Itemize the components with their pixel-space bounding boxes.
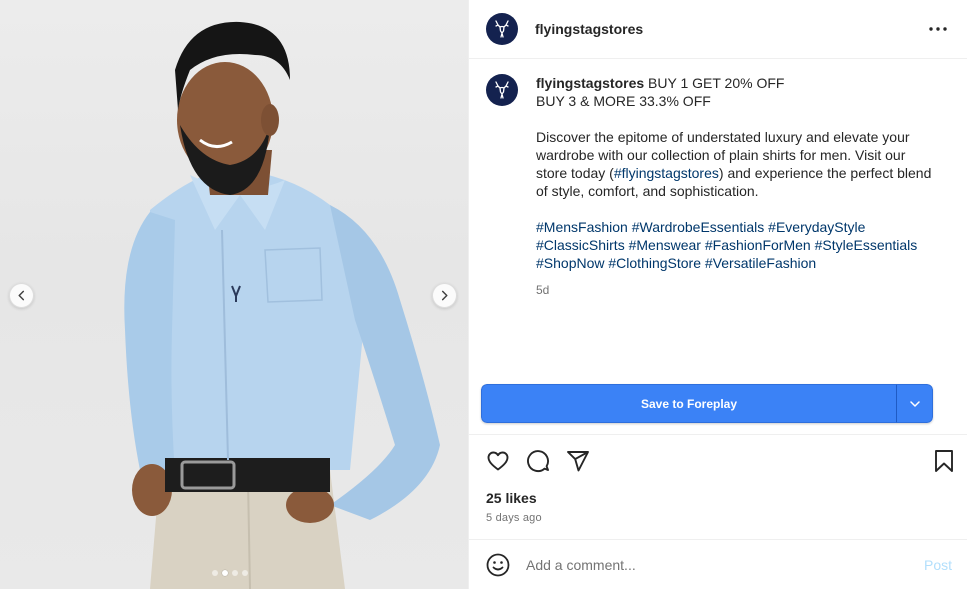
carousel-next-button[interactable] bbox=[432, 283, 457, 308]
caption-line-2: BUY 3 & MORE 33.3% OFF bbox=[536, 93, 711, 109]
chevron-left-icon bbox=[18, 290, 25, 301]
carousel-dot bbox=[232, 570, 238, 576]
chevron-right-icon bbox=[441, 290, 448, 301]
paper-plane-icon bbox=[567, 451, 589, 472]
post-details-panel: flyingstagstores flyingstagstores BUY 1 … bbox=[468, 0, 967, 589]
save-options-dropdown[interactable] bbox=[896, 384, 933, 423]
hashtag-link[interactable]: #ShopNow bbox=[536, 255, 605, 271]
comment-input[interactable] bbox=[526, 556, 906, 573]
hashtag-link[interactable]: #MensFashion bbox=[536, 219, 628, 235]
more-horizontal-icon bbox=[929, 27, 947, 31]
stag-logo-icon bbox=[495, 81, 509, 99]
likes-count[interactable]: 25 likes bbox=[486, 490, 537, 506]
hashtag-link[interactable]: #ClothingStore bbox=[608, 255, 701, 271]
comment-composer: Post bbox=[469, 540, 967, 589]
hashtag-link[interactable]: #Menswear bbox=[629, 237, 701, 253]
hashtag-link[interactable]: #StyleEssentials bbox=[815, 237, 918, 253]
comment-button[interactable] bbox=[525, 448, 551, 474]
caption-line-1: BUY 1 GET 20% OFF bbox=[648, 75, 785, 91]
hashtag-list: #MensFashion #WardrobeEssentials #Everyd… bbox=[536, 218, 936, 272]
carousel-dot bbox=[212, 570, 218, 576]
like-button[interactable] bbox=[485, 448, 511, 474]
caption-section: flyingstagstores BUY 1 GET 20% OFF BUY 3… bbox=[469, 59, 967, 379]
post-media-carousel[interactable] bbox=[0, 0, 468, 589]
post-timestamp: 5 days ago bbox=[486, 512, 542, 524]
chevron-down-icon bbox=[909, 400, 920, 407]
hashtag-link[interactable]: #flyingstagstores bbox=[614, 165, 719, 181]
emoji-button[interactable] bbox=[486, 553, 510, 577]
carousel-prev-button[interactable] bbox=[9, 283, 34, 308]
bookmark-button[interactable] bbox=[931, 448, 957, 474]
caption-timestamp: 5d bbox=[536, 283, 550, 297]
carousel-indicator bbox=[212, 570, 248, 576]
caption-text: flyingstagstores BUY 1 GET 20% OFF BUY 3… bbox=[536, 74, 936, 379]
header-username[interactable]: flyingstagstores bbox=[535, 21, 643, 37]
smiley-icon bbox=[486, 553, 510, 576]
hashtag-link[interactable]: #EverydayStyle bbox=[768, 219, 865, 235]
hashtag-link[interactable]: #VersatileFashion bbox=[705, 255, 816, 271]
hashtag-link[interactable]: #FashionForMen bbox=[705, 237, 811, 253]
carousel-dot-active bbox=[222, 570, 228, 576]
caption-avatar[interactable] bbox=[486, 74, 518, 106]
caption-username[interactable]: flyingstagstores bbox=[536, 75, 644, 91]
hashtag-link[interactable]: #WardrobeEssentials bbox=[632, 219, 765, 235]
carousel-dot bbox=[242, 570, 248, 576]
more-options-button[interactable] bbox=[927, 18, 949, 40]
post-actions-bar bbox=[485, 448, 955, 474]
caption-body: Discover the epitome of understated luxu… bbox=[536, 128, 936, 200]
divider bbox=[469, 434, 967, 435]
heart-icon bbox=[487, 451, 509, 471]
post-comment-button[interactable]: Post bbox=[924, 557, 952, 573]
save-to-foreplay-button[interactable]: Save to Foreplay bbox=[481, 384, 896, 423]
hashtag-link[interactable]: #ClassicShirts bbox=[536, 237, 625, 253]
post-photo bbox=[124, 21, 440, 589]
stag-logo-icon bbox=[495, 20, 509, 38]
avatar[interactable] bbox=[486, 13, 518, 45]
comment-bubble-icon bbox=[527, 450, 549, 473]
post-header: flyingstagstores bbox=[469, 0, 967, 59]
share-button[interactable] bbox=[565, 448, 591, 474]
bookmark-icon bbox=[935, 450, 953, 472]
save-to-foreplay-group: Save to Foreplay bbox=[481, 384, 933, 423]
